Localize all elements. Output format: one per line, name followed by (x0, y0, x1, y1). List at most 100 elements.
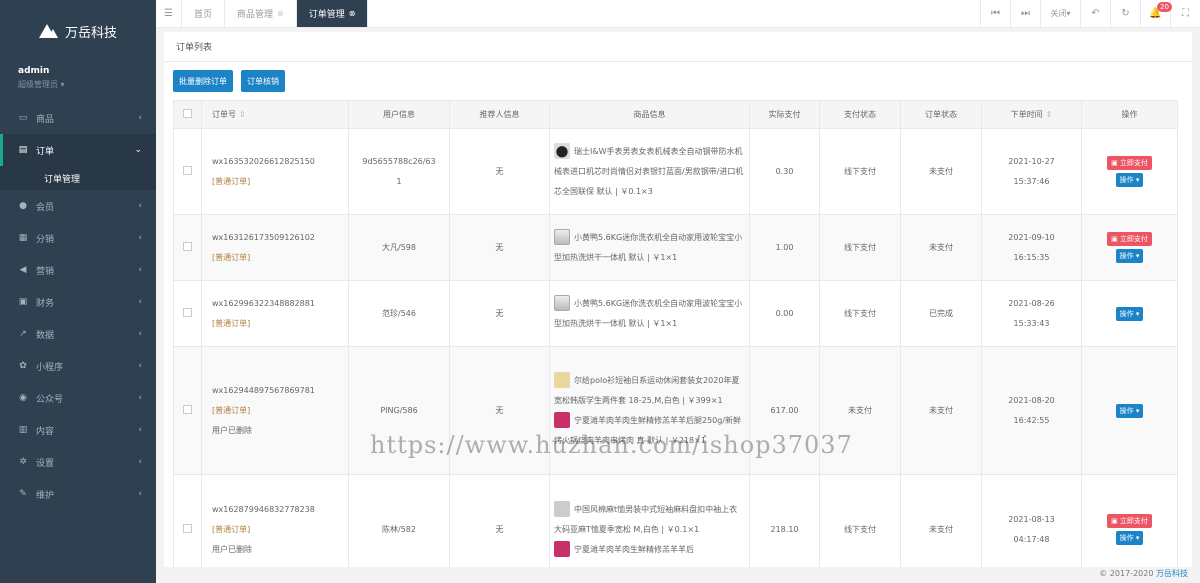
product-thumbnail[interactable] (554, 143, 570, 159)
user-info: PING/586 (380, 405, 418, 415)
order-number: wx163532026612825150 (212, 156, 315, 166)
sidebar-item[interactable]: ▤ 订单 ⌄ (0, 134, 156, 166)
row-checkbox[interactable] (183, 405, 192, 414)
user-info: 陈林/582 (382, 524, 416, 534)
sidebar-item[interactable]: ▭ 商品 ‹ (0, 102, 156, 134)
refresh-icon[interactable]: ↻ (1110, 0, 1140, 27)
order-type-tag: [普通订单] (212, 176, 251, 186)
nav-icon: ◉ (19, 393, 27, 403)
col-order-time[interactable]: 下单时间 ⇕ (981, 100, 1082, 129)
menu-toggle-icon[interactable]: ☰ (156, 0, 182, 27)
referrer-info: 无 (449, 474, 550, 567)
product-thumbnail[interactable] (554, 372, 570, 388)
row-checkbox[interactable] (183, 524, 192, 533)
row-checkbox[interactable] (183, 166, 192, 175)
sidebar-item-label: 商品 (36, 114, 55, 125)
product-thumbnail[interactable] (554, 229, 570, 245)
chevron-left-icon: ‹ (138, 489, 142, 499)
operation-dropdown-button[interactable]: 操作 ▾ (1115, 306, 1144, 321)
operation-dropdown-button[interactable]: 操作 ▾ (1115, 249, 1144, 263)
pay-now-button[interactable]: ▣ 立即支付 (1107, 232, 1152, 246)
scroll-right-icon[interactable]: ⏭ (1010, 0, 1040, 27)
sidebar-item-label: 内容 (36, 426, 55, 437)
order-list-panel: 订单列表 批量删除订单 订单核销 订单号 ⇕ 用户信息 推荐人信息 商品信息 实际… (164, 32, 1192, 567)
close-tab-icon[interactable]: ⊗ (349, 9, 356, 18)
profile[interactable]: admin 超级管理员 ▾ (0, 62, 156, 102)
order-time: 15:33:43 (1013, 318, 1050, 328)
batch-delete-button[interactable]: 批量删除订单 (173, 70, 233, 92)
sidebar-subitem-order-management[interactable]: 订单管理 (0, 166, 156, 190)
product-info[interactable]: 宁夏滩羊肉羊肉生鲜精修羔羊羊后腿250g/新鲜烤火锅烧肉羊肉串烤肉 真 默认 |… (554, 416, 741, 445)
sidebar-item-label: 维护 (36, 490, 55, 501)
fullscreen-icon[interactable]: ⛶ (1170, 0, 1200, 27)
profile-role[interactable]: 超级管理员 ▾ (18, 79, 138, 90)
sort-icon[interactable]: ⇕ (1046, 110, 1053, 119)
sidebar-item[interactable]: ✎ 维护 ‹ (0, 478, 156, 510)
col-order-no[interactable]: 订单号 ⇕ (201, 100, 349, 129)
product-info[interactable]: 中国风棉麻t恤男装中式短袖麻料盘扣中袖上衣大码亚麻T恤夏季宽松 M,白色 | ￥… (554, 505, 737, 534)
order-time: 04:17:48 (1013, 534, 1050, 544)
sidebar-item[interactable]: ◀ 营销 ‹ (0, 254, 156, 286)
operation-dropdown-button[interactable]: 操作 ▾ (1115, 403, 1144, 418)
chevron-left-icon: ‹ (138, 393, 142, 403)
table-row[interactable]: wx163532026612825150 [普通订单] 9d5655788c26/6… (173, 128, 1178, 215)
product-thumbnail[interactable] (554, 501, 570, 517)
table-row[interactable]: wx162944897567869781 [普通订单] 用户已删除 PING/586 无… (173, 346, 1178, 475)
sidebar-item[interactable]: ◉ 公众号 ‹ (0, 382, 156, 414)
product-thumbnail[interactable] (554, 295, 570, 311)
col-product: 商品信息 (549, 100, 750, 129)
product-info[interactable]: 宁夏滩羊肉羊肉生鲜精修羔羊羊后 (574, 545, 694, 554)
col-pay-status: 支付状态 (819, 100, 901, 129)
paid-amount: 218.10 (749, 474, 820, 567)
operation-dropdown-button[interactable]: 操作 ▾ (1115, 173, 1144, 187)
product-info[interactable]: 瑞士I&W手表男表女表机械表全自动钢带防水机械表进口机芯时尚情侣对表银钉蓝面/男… (554, 147, 743, 196)
operation-dropdown-button[interactable]: 操作 ▾ (1115, 531, 1144, 545)
sidebar-item[interactable]: ↗ 数据 ‹ (0, 318, 156, 350)
product-info[interactable]: 小黄鸭5.6KG迷你洗衣机全自动家用波轮宝宝小型加热洗烘干一体机 默认 | ￥1… (554, 299, 742, 328)
tab-bar: ☰ 首页 商品管理 ⊗ 订单管理 ⊗ ⏮ ⏭ 关闭▾ ↶ ↻ 🔔 20 ⛶ (156, 0, 1200, 28)
bell-icon[interactable]: 🔔 20 (1140, 0, 1172, 27)
close-tabs-dropdown[interactable]: 关闭▾ (1040, 0, 1080, 27)
sidebar-item[interactable]: ▦ 分销 ‹ (0, 222, 156, 254)
product-thumbnail[interactable] (554, 412, 570, 428)
sidebar-item[interactable]: ● 会员 ‹ (0, 190, 156, 222)
paid-amount: 0.30 (749, 128, 820, 215)
order-time: 16:15:35 (1013, 252, 1050, 262)
profile-name: admin (18, 66, 50, 76)
row-checkbox[interactable] (183, 308, 192, 317)
logo[interactable]: 万岳科技 (0, 0, 156, 62)
sidebar-item[interactable]: ✲ 设置 ‹ (0, 446, 156, 478)
back-icon[interactable]: ↶ (1080, 0, 1110, 27)
table-row[interactable]: wx162879946832778238 [普通订单] 用户已删除 陈林/582 无中国… (173, 474, 1178, 567)
order-date: 2021-08-13 (1008, 514, 1055, 524)
select-all-checkbox[interactable] (183, 109, 192, 118)
sidebar-item[interactable]: ▥ 内容 ‹ (0, 414, 156, 446)
col-order-status: 订单状态 (900, 100, 982, 129)
nav-icon: ▤ (18, 145, 28, 155)
table-row[interactable]: wx163126173509126102 [普通订单] 大凡/598 无小黄鸭5.6K… (173, 214, 1178, 281)
table-row[interactable]: wx162996322348882881 [普通订单] 范珍/546 无小黄鸭5.6K… (173, 280, 1178, 347)
paid-amount: 1.00 (749, 214, 820, 281)
footer: © 2017-2020 万岳科技 (1099, 569, 1188, 578)
tab-home[interactable]: 首页 (182, 0, 226, 27)
row-checkbox[interactable] (183, 242, 192, 251)
product-info[interactable]: 小黄鸭5.6KG迷你洗衣机全自动家用波轮宝宝小型加热洗烘干一体机 默认 | ￥1… (554, 233, 742, 262)
sort-icon[interactable]: ⇕ (239, 110, 246, 119)
tab-order-management[interactable]: 订单管理 ⊗ (296, 0, 369, 27)
pay-now-button[interactable]: ▣ 立即支付 (1107, 156, 1152, 170)
order-type-tag: [普通订单] (212, 405, 251, 415)
scroll-left-icon[interactable]: ⏮ (980, 0, 1010, 27)
close-tab-icon[interactable]: ⊗ (277, 9, 284, 18)
verify-order-button[interactable]: 订单核销 (241, 70, 285, 92)
pay-status: 线下支付 (819, 280, 901, 347)
tab-product-management[interactable]: 商品管理 ⊗ (225, 0, 297, 27)
order-date: 2021-09-10 (1008, 232, 1055, 242)
sidebar-item[interactable]: ▣ 财务 ‹ (0, 286, 156, 318)
sidebar-item-label: 分销 (36, 234, 55, 245)
product-info[interactable]: 尔给polo衫短袖日系运动休闲套装女2020年夏宽松韩版学生两件套 18-25,… (554, 376, 739, 405)
sidebar-item[interactable]: ✿ 小程序 ‹ (0, 350, 156, 382)
product-thumbnail[interactable] (554, 541, 570, 557)
nav-icon: ◀ (19, 265, 27, 275)
nav-icon: ↗ (19, 329, 27, 339)
pay-now-button[interactable]: ▣ 立即支付 (1107, 514, 1152, 528)
